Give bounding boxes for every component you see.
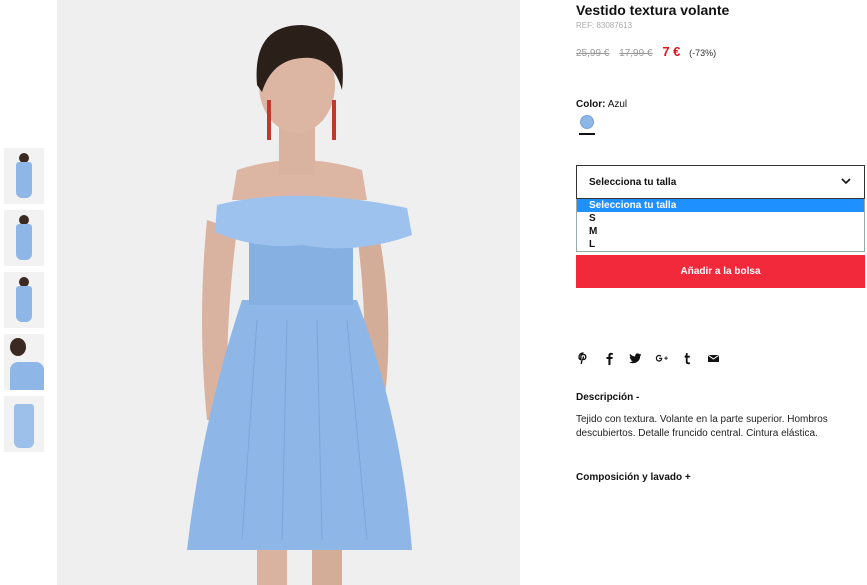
tumblr-icon[interactable]: [680, 351, 694, 365]
main-product-image[interactable]: [57, 0, 520, 585]
email-icon[interactable]: [706, 351, 720, 365]
thumbnail-dress: [14, 404, 34, 448]
thumbnail-1[interactable]: [4, 148, 44, 204]
composition-toggle[interactable]: Composición y lavado +: [576, 472, 691, 483]
thumbnail-3[interactable]: [4, 272, 44, 328]
thumbnail-dress: [10, 362, 44, 390]
size-options-list: Selecciona tu talla S M L: [576, 199, 865, 252]
facebook-icon[interactable]: [602, 351, 616, 365]
description-text: Tejido con textura. Volante en la parte …: [576, 414, 828, 439]
thumbnail-dress: [16, 286, 32, 322]
model-illustration: [57, 0, 520, 585]
product-ref: REF: 83087613: [576, 21, 633, 30]
thumbnail-2[interactable]: [4, 210, 44, 266]
size-select-label: Selecciona tu talla: [589, 177, 677, 188]
thumbnail-dress: [16, 162, 32, 198]
color-label-key: Color:: [576, 99, 606, 110]
size-option-s[interactable]: S: [577, 212, 864, 225]
pinterest-icon[interactable]: [576, 351, 590, 365]
thumbnail-list: [4, 148, 44, 458]
size-option-m[interactable]: M: [577, 225, 864, 238]
size-select[interactable]: Selecciona tu talla: [576, 165, 865, 199]
price-previous: 17,99 €: [619, 48, 653, 59]
color-value: Azul: [607, 99, 628, 110]
size-option-placeholder[interactable]: Selecciona tu talla: [577, 199, 864, 212]
price-block: 25,99 € 17,99 € 7 € (-73%): [576, 44, 716, 59]
price-original: 25,99 €: [576, 48, 610, 59]
add-to-bag-button[interactable]: Añadir a la bolsa: [576, 255, 865, 288]
google-plus-icon[interactable]: [654, 351, 668, 365]
color-swatch-azul[interactable]: [580, 115, 594, 129]
thumbnail-4[interactable]: [4, 334, 44, 390]
size-option-l[interactable]: L: [577, 238, 864, 251]
twitter-icon[interactable]: [628, 351, 642, 365]
chevron-down-icon: [841, 178, 851, 185]
share-bar: [576, 350, 732, 366]
discount-badge: (-73%): [689, 48, 717, 58]
thumbnail-model-head: [10, 338, 26, 356]
description-toggle[interactable]: Descripción -: [576, 392, 639, 403]
swatch-selected-indicator: [579, 133, 595, 135]
price-sale: 7 €: [662, 44, 681, 59]
color-label: Color: Azul: [576, 99, 627, 110]
product-title: Vestido textura volante: [576, 2, 730, 18]
thumbnail-5[interactable]: [4, 396, 44, 452]
thumbnail-dress: [16, 224, 32, 260]
